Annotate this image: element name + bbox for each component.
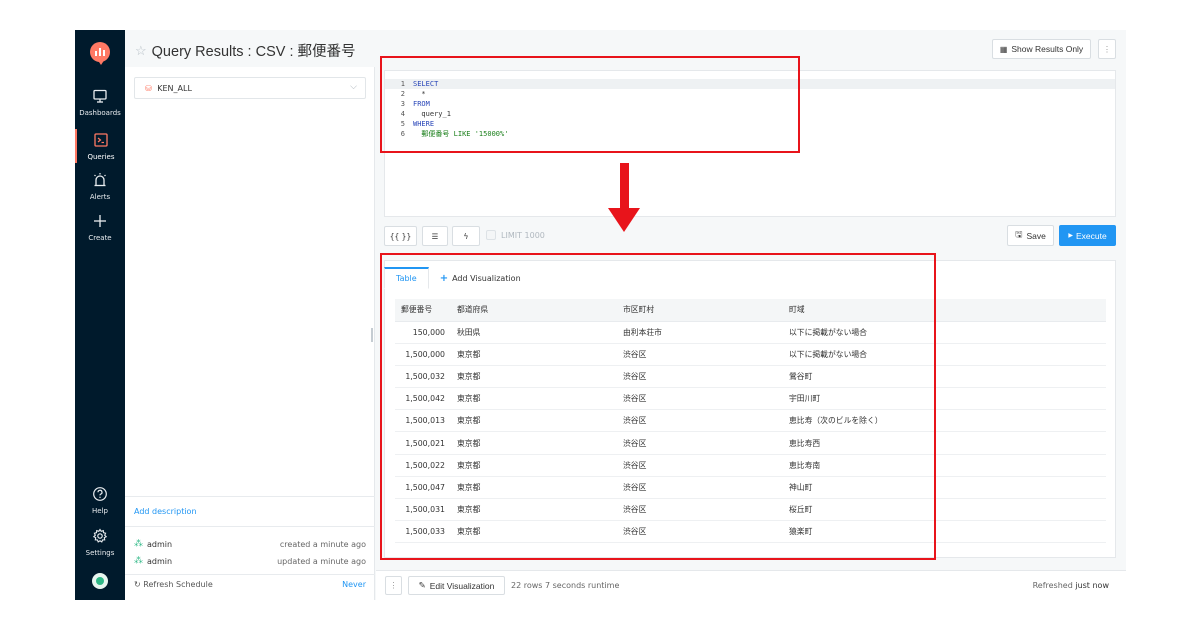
edit-visualization-button[interactable]: ✎ Edit Visualization: [408, 576, 505, 595]
add-parameter-button[interactable]: {{ }}: [384, 226, 417, 246]
page-title: ☆ Query Results : CSV : 郵便番号: [135, 42, 356, 61]
nav-settings[interactable]: Settings: [75, 528, 125, 557]
annotation-box-results: [380, 253, 936, 560]
nav-alerts[interactable]: Alerts: [75, 172, 125, 201]
user-icon: ⁂: [134, 539, 143, 549]
gear-icon: [75, 528, 125, 546]
play-icon: ▶: [1068, 233, 1073, 239]
datasource-select[interactable]: ⛁ KEN_ALL ⌵: [134, 77, 366, 99]
floppy-icon: 🖫: [1015, 228, 1023, 239]
results-footer: ⋮ ✎ Edit Visualization 22 rows 7 seconds…: [376, 570, 1126, 600]
refresh-icon: ↻: [134, 580, 141, 589]
nav-create[interactable]: Create: [75, 213, 125, 242]
table-icon: ▦: [999, 44, 1008, 54]
autocomplete-button[interactable]: ϟ: [452, 226, 480, 246]
query-sidebar: ⛁ KEN_ALL ⌵ Add description ⁂ admin creat…: [125, 67, 375, 600]
left-nav: Dashboards Queries Alerts Create Help Se…: [75, 30, 125, 600]
limit-checkbox[interactable]: [486, 230, 496, 240]
terminal-icon: [77, 132, 125, 150]
format-icon: ☰: [431, 231, 439, 241]
edit-icon: ✎: [418, 580, 426, 590]
favorite-star-icon[interactable]: ☆: [135, 43, 147, 59]
user-icon: ⁂: [134, 556, 143, 566]
runtime-info: 22 rows 7 seconds runtime: [511, 581, 620, 590]
annotation-box-query: [380, 56, 800, 153]
save-button[interactable]: 🖫 Save: [1007, 225, 1054, 246]
resize-handle[interactable]: [371, 328, 373, 342]
alarm-icon: [75, 172, 125, 190]
add-description-link[interactable]: Add description: [134, 507, 197, 516]
chevron-down-icon: ⌵: [350, 82, 357, 92]
plus-icon: [75, 213, 125, 231]
nav-dashboards[interactable]: Dashboards: [75, 88, 125, 117]
refreshed-status: Refreshed just now: [1032, 581, 1109, 590]
database-icon: ⛁: [145, 84, 152, 93]
nav-help[interactable]: Help: [75, 486, 125, 515]
annotation-arrow-shaft: [620, 163, 629, 211]
created-info: ⁂ admin created a minute ago: [134, 539, 366, 549]
lightning-icon: ϟ: [463, 231, 469, 241]
refresh-schedule: ↻ Refresh Schedule Never: [134, 580, 366, 589]
more-options-button[interactable]: ⋮: [1098, 39, 1116, 59]
show-results-only-button[interactable]: ▦ Show Results Only: [992, 39, 1091, 59]
user-avatar-icon[interactable]: [92, 573, 108, 589]
refresh-schedule-link[interactable]: Never: [342, 580, 366, 589]
annotation-arrow-icon: [608, 208, 640, 232]
limit-toggle[interactable]: LIMIT 1000: [486, 230, 545, 240]
nav-queries[interactable]: Queries: [75, 129, 125, 163]
help-icon: [75, 486, 125, 504]
updated-info: ⁂ admin updated a minute ago: [134, 556, 366, 566]
redash-logo-icon[interactable]: [90, 42, 110, 65]
footer-more-button[interactable]: ⋮: [385, 576, 402, 595]
monitor-icon: [75, 88, 125, 106]
execute-button[interactable]: ▶ Execute: [1059, 225, 1116, 246]
format-query-button[interactable]: ☰: [422, 226, 448, 246]
